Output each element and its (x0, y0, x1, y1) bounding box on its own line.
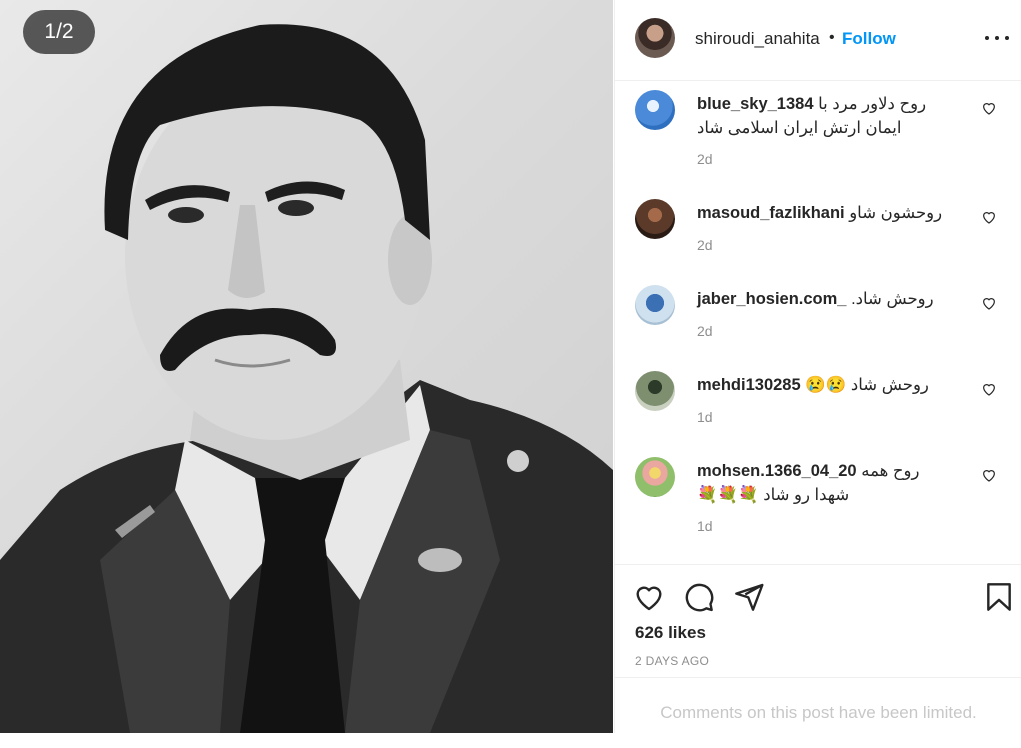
comment-text: blue_sky_1384 روح دلاور مرد با ایمان ارت… (697, 95, 927, 137)
commenter-avatar[interactable] (635, 285, 675, 325)
comment-time: 2d (697, 151, 713, 167)
post-actions: 626 likes 2 DAYS AGO (615, 564, 1021, 677)
like-comment-heart-icon[interactable] (981, 295, 997, 311)
comment-bubble-icon[interactable] (683, 581, 715, 613)
separator-dot: • (829, 29, 835, 46)
comments-limited-notice: Comments on this post have been limited. (615, 677, 1021, 733)
commenter-username[interactable]: mohsen.1366_04_20 (697, 462, 857, 480)
like-comment-heart-icon[interactable] (981, 467, 997, 483)
like-comment-heart-icon[interactable] (981, 209, 997, 225)
commenter-username[interactable]: masoud_fazlikhani (697, 204, 845, 222)
comment-time: 1d (697, 518, 713, 534)
post-photo[interactable]: 1/2 (0, 0, 613, 733)
comment-time: 1d (697, 409, 713, 425)
comment-text: mehdi130285 روحش شاد 😢😢 (697, 376, 929, 394)
commenter-username[interactable]: blue_sky_1384 (697, 95, 814, 113)
portrait-image (0, 24, 613, 733)
post-date[interactable]: 2 DAYS AGO (635, 654, 709, 668)
comment-time: 2d (697, 237, 713, 253)
follow-button[interactable]: Follow (842, 29, 896, 49)
image-counter: 1/2 (23, 10, 95, 54)
commenter-username[interactable]: jaber_hosien.com_ (697, 290, 846, 308)
post-header: shiroudi_anahita • Follow (615, 0, 1021, 81)
comment-text: masoud_fazlikhani روحشون شاو (697, 204, 943, 222)
commenter-avatar[interactable] (635, 371, 675, 411)
comment-text: jaber_hosien.com_ روحش شاد. (697, 290, 934, 308)
commenter-avatar[interactable] (635, 457, 675, 497)
comments-list[interactable]: blue_sky_1384 روح دلاور مرد با ایمان ارت… (615, 82, 1021, 564)
like-heart-icon[interactable] (633, 581, 665, 613)
like-comment-heart-icon[interactable] (981, 381, 997, 397)
post-side-panel: shiroudi_anahita • Follow blue_sky_1384 … (614, 0, 1021, 733)
like-comment-heart-icon[interactable] (981, 100, 997, 116)
comment-text: mohsen.1366_04_20 روح همه شهدا رو شاد 💐💐… (697, 462, 920, 504)
author-avatar[interactable] (635, 18, 675, 58)
save-bookmark-icon[interactable] (983, 581, 1015, 613)
more-options-icon[interactable] (984, 30, 1010, 46)
commenter-avatar[interactable] (635, 90, 675, 130)
commenter-avatar[interactable] (635, 199, 675, 239)
likes-count[interactable]: 626 likes (635, 623, 706, 643)
comment-time: 2d (697, 323, 713, 339)
commenter-username[interactable]: mehdi130285 (697, 376, 801, 394)
share-paper-plane-icon[interactable] (733, 581, 765, 613)
author-username[interactable]: shiroudi_anahita (695, 29, 820, 49)
